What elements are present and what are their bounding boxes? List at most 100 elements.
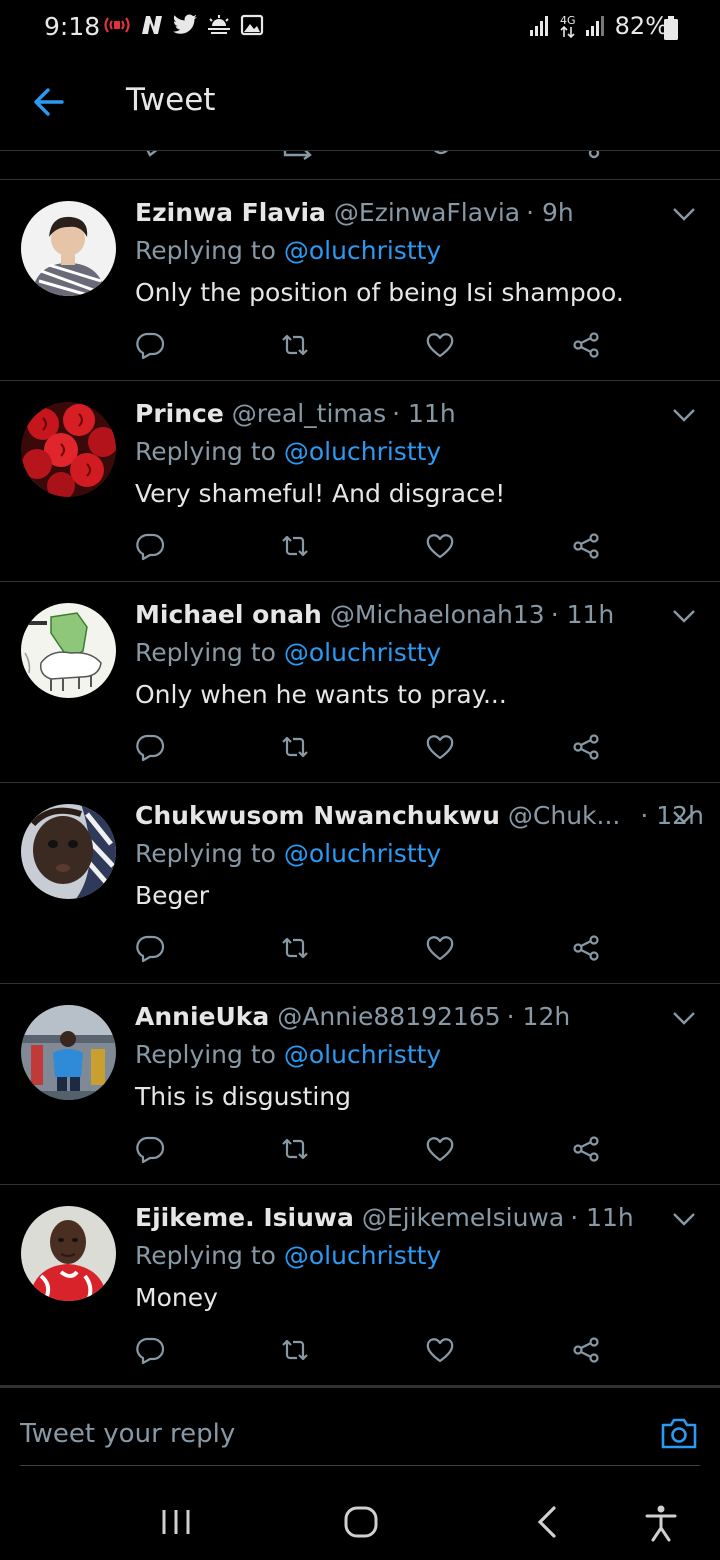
retweet-button[interactable] [280, 330, 314, 364]
reply-button[interactable] [135, 531, 169, 565]
tweet[interactable]: Michael onah @Michaelonah13 · 11h Replyi… [0, 582, 720, 783]
reply-button[interactable] [135, 933, 169, 967]
replying-to-label: Replying to [135, 1241, 284, 1270]
tweet[interactable]: Chukwusom Nwanchukwu @Chuk... · 12h Repl… [0, 783, 720, 984]
author-name[interactable]: Ezinwa Flavia [135, 198, 326, 227]
retweet-button[interactable] [280, 1335, 314, 1369]
reply-button[interactable] [135, 330, 169, 364]
tweet-menu-button[interactable] [672, 407, 696, 423]
author-handle[interactable]: @EjikemeIsiuwa [362, 1203, 564, 1232]
share-button[interactable] [571, 933, 605, 967]
author-handle[interactable]: @Michaelonah13 [330, 600, 545, 629]
battery-percent: 82% [614, 12, 668, 40]
avatar[interactable] [21, 1206, 116, 1301]
author-handle[interactable]: @Annie88192165 [277, 1002, 500, 1031]
avatar[interactable] [21, 1005, 116, 1100]
replying-to-label: Replying to [135, 437, 284, 466]
share-button[interactable] [571, 531, 605, 565]
share-icon [573, 1337, 599, 1363]
system-nav-bar [0, 1480, 720, 1560]
retweet-button[interactable] [280, 933, 314, 967]
tweet-menu-button[interactable] [672, 809, 696, 825]
chevron-down-icon [673, 1213, 695, 1226]
avatar-image [21, 804, 116, 899]
tweet[interactable]: AnnieUka @Annie88192165 · 12h Replying t… [0, 984, 720, 1185]
author-name[interactable]: Ejikeme. Isiuwa [135, 1203, 354, 1232]
accessibility-button[interactable] [641, 1502, 681, 1542]
tweet-menu-button[interactable] [672, 1010, 696, 1026]
tweet-actions [135, 933, 615, 967]
reply-button[interactable] [135, 732, 169, 766]
replying-to-link[interactable]: @oluchristty [284, 839, 441, 868]
share-icon [573, 935, 599, 961]
partial-action-row [0, 151, 720, 179]
share-button[interactable] [571, 1134, 605, 1168]
status-bar: 9:18 4G 82% [0, 0, 720, 56]
author-handle[interactable]: @Chuk... [508, 801, 620, 830]
author-name[interactable]: Chukwusom Nwanchukwu [135, 801, 500, 830]
replying-to: Replying to @oluchristty [135, 1241, 441, 1270]
replying-to-link[interactable]: @oluchristty [284, 1040, 441, 1069]
tweet-menu-button[interactable] [672, 206, 696, 222]
avatar[interactable] [21, 402, 116, 497]
share-icon [573, 1136, 599, 1162]
tweet[interactable]: Ezinwa Flavia @EzinwaFlavia · 9h Replyin… [0, 180, 720, 381]
like-button[interactable] [425, 330, 459, 364]
like-button[interactable] [425, 933, 459, 967]
retweet-button[interactable] [280, 732, 314, 766]
share-button[interactable] [571, 1335, 605, 1369]
reply-button[interactable] [135, 1134, 169, 1168]
replying-to-link[interactable]: @oluchristty [284, 437, 441, 466]
like-button[interactable] [425, 1335, 459, 1369]
tweet-text: Only the position of being Isi shampoo. [135, 278, 624, 307]
partial-icons [146, 151, 600, 160]
author-handle[interactable]: @EzinwaFlavia [334, 198, 520, 227]
reply-input[interactable] [20, 1414, 620, 1454]
tweet-time: · 12h [506, 1002, 571, 1031]
retweet-icon [282, 1138, 308, 1160]
tweet-menu-button[interactable] [672, 1211, 696, 1227]
share-button[interactable] [571, 330, 605, 364]
battery-icon [664, 16, 678, 40]
retweet-button[interactable] [280, 531, 314, 565]
tweet[interactable]: Prince @real_timas · 11h Replying to @ol… [0, 381, 720, 582]
replying-to-link[interactable]: @oluchristty [284, 1241, 441, 1270]
reply-icon [136, 935, 165, 963]
heart-icon [426, 1137, 454, 1162]
author-name[interactable]: Michael onah [135, 600, 322, 629]
like-button[interactable] [425, 732, 459, 766]
replying-to-link[interactable]: @oluchristty [284, 638, 441, 667]
tweet-menu-button[interactable] [672, 608, 696, 624]
reply-button[interactable] [135, 1335, 169, 1369]
home-button[interactable] [341, 1502, 381, 1542]
tweet[interactable]: Ejikeme. Isiuwa @EjikemeIsiuwa · 11h Rep… [0, 1185, 720, 1386]
back-button[interactable] [30, 84, 70, 120]
back-nav-button[interactable] [528, 1502, 568, 1542]
recent-apps-button[interactable] [156, 1502, 196, 1542]
camera-button[interactable] [660, 1416, 698, 1450]
reply-composer [0, 1386, 720, 1481]
twitter-bird-icon [173, 14, 197, 34]
chevron-down-icon [673, 1012, 695, 1025]
camera-icon [661, 1418, 697, 1449]
author-name[interactable]: AnnieUka [135, 1002, 269, 1031]
avatar[interactable] [21, 804, 116, 899]
reply-icon [136, 734, 165, 762]
gallery-icon [240, 14, 264, 36]
author-name[interactable]: Prince [135, 399, 224, 428]
avatar[interactable] [21, 201, 116, 296]
retweet-icon [282, 736, 308, 758]
retweet-button[interactable] [280, 1134, 314, 1168]
avatar[interactable] [21, 603, 116, 698]
page-title: Tweet [126, 82, 216, 118]
network-4g-icon: 4G [560, 14, 575, 39]
like-button[interactable] [425, 1134, 459, 1168]
heart-icon [426, 333, 454, 358]
replying-to-link[interactable]: @oluchristty [284, 236, 441, 265]
heart-icon [426, 735, 454, 760]
share-button[interactable] [571, 732, 605, 766]
home-icon [344, 1506, 378, 1538]
author-handle[interactable]: @real_timas [232, 399, 386, 428]
like-button[interactable] [425, 531, 459, 565]
chevron-down-icon [673, 811, 695, 824]
